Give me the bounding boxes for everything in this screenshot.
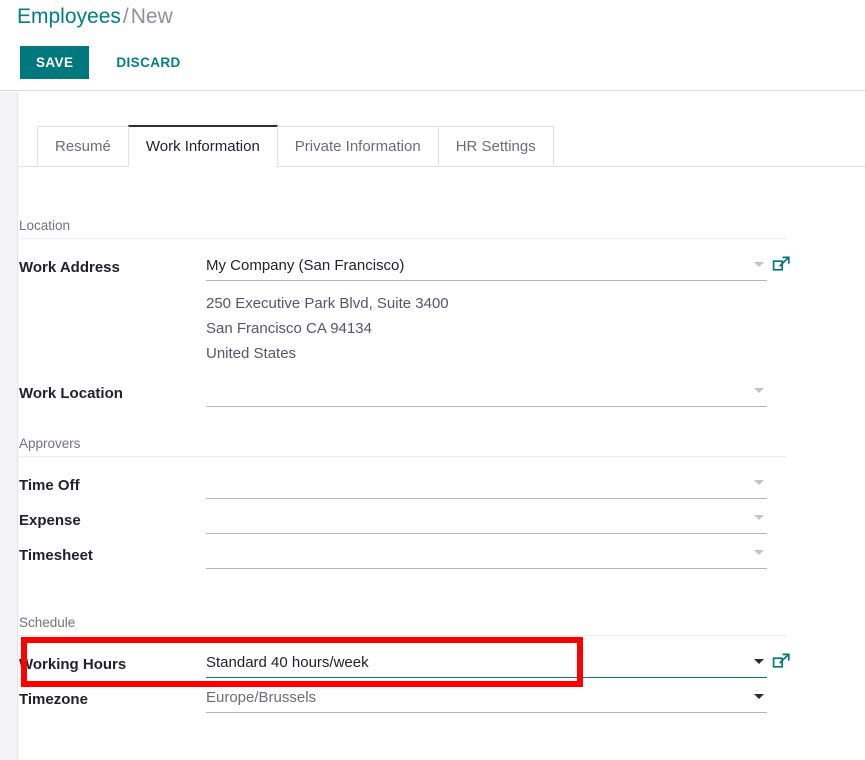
field-label-working-hours: Working Hours (19, 656, 127, 673)
field-work-location: Work Location (19, 376, 865, 411)
group-title-schedule: Schedule (19, 615, 787, 636)
field-label-timezone: Timezone (19, 691, 88, 708)
field-control-time-off (206, 468, 767, 503)
field-time-off-approver: Time Off (19, 468, 865, 503)
tab-hr-settings[interactable]: HR Settings (437, 126, 554, 167)
field-control-working-hours: Standard 40 hours/week (206, 647, 790, 682)
expense-approver-input[interactable] (206, 503, 767, 534)
chevron-down-icon[interactable] (754, 480, 764, 485)
field-working-hours: Working Hours Standard 40 hours/week (19, 647, 865, 682)
tab-resume[interactable]: Resumé (37, 126, 129, 167)
address-line: United States (206, 345, 297, 362)
field-label-time-off: Time Off (19, 477, 80, 494)
chevron-down-icon[interactable] (754, 659, 764, 664)
field-label-expense: Expense (19, 512, 81, 529)
chevron-down-icon[interactable] (754, 388, 764, 393)
working-hours-input[interactable]: Standard 40 hours/week (206, 647, 767, 678)
field-timesheet-approver: Timesheet (19, 538, 865, 573)
field-control-timesheet (206, 538, 767, 573)
time-off-approver-input[interactable] (206, 468, 767, 499)
discard-button[interactable]: DISCARD (100, 46, 196, 79)
chevron-down-icon[interactable] (754, 515, 764, 520)
tab-label: HR Settings (455, 138, 536, 155)
field-control-expense (206, 503, 767, 538)
breadcrumb: Employees/New (17, 3, 173, 31)
external-link-icon[interactable] (772, 651, 792, 671)
breadcrumb-current-new: New (130, 5, 173, 28)
sheet-left-gutter (0, 92, 18, 760)
chevron-down-icon[interactable] (754, 262, 764, 267)
tab-private-information[interactable]: Private Information (276, 126, 439, 167)
chevron-down-icon[interactable] (754, 694, 764, 699)
field-label-timesheet: Timesheet (19, 547, 93, 564)
group-approvers: Approvers Time Off Expense Timesheet (19, 436, 865, 573)
external-link-icon[interactable] (772, 254, 792, 274)
field-label-work-address: Work Address (19, 259, 120, 276)
timesheet-approver-input[interactable] (206, 538, 767, 569)
save-button[interactable]: SAVE (20, 46, 90, 79)
tab-label: Private Information (294, 138, 421, 155)
breadcrumb-separator: / (122, 5, 129, 28)
work-address-details: 250 Executive Park Blvd, Suite 3400 San … (206, 291, 865, 366)
field-control-work-address: My Company (San Francisco) (206, 250, 790, 285)
field-control-work-location (206, 376, 767, 411)
group-schedule: Schedule Working Hours Standard 40 hours… (19, 615, 865, 717)
breadcrumb-root-employees[interactable]: Employees (17, 5, 121, 28)
group-title-approvers: Approvers (19, 436, 787, 457)
group-title-location: Location (19, 218, 787, 239)
work-address-input[interactable]: My Company (San Francisco) (206, 250, 767, 281)
field-timezone: Timezone Europe/Brussels (19, 682, 865, 717)
timezone-select[interactable]: Europe/Brussels (206, 682, 767, 713)
field-expense-approver: Expense (19, 503, 865, 538)
address-line: 250 Executive Park Blvd, Suite 3400 (206, 295, 449, 312)
field-work-address: Work Address My Company (San Francisco) (19, 250, 865, 285)
field-label-work-location: Work Location (19, 385, 123, 402)
notebook-tabs: Resumé Work Information Private Informat… (19, 125, 865, 167)
tab-label: Work Information (145, 138, 260, 155)
control-panel: Employees/New SAVE DISCARD (0, 0, 865, 91)
app-screen: Employees/New SAVE DISCARD Resumé Work I… (0, 0, 865, 760)
field-control-timezone: Europe/Brussels (206, 682, 767, 717)
group-location: Location Work Address My Company (San Fr… (19, 218, 865, 411)
chevron-down-icon[interactable] (754, 550, 764, 555)
address-line: San Francisco CA 94134 (206, 320, 372, 337)
tab-work-information[interactable]: Work Information (127, 125, 278, 167)
work-location-input[interactable] (206, 376, 767, 407)
record-action-buttons: SAVE DISCARD (20, 46, 197, 79)
tab-label: Resumé (55, 138, 111, 155)
